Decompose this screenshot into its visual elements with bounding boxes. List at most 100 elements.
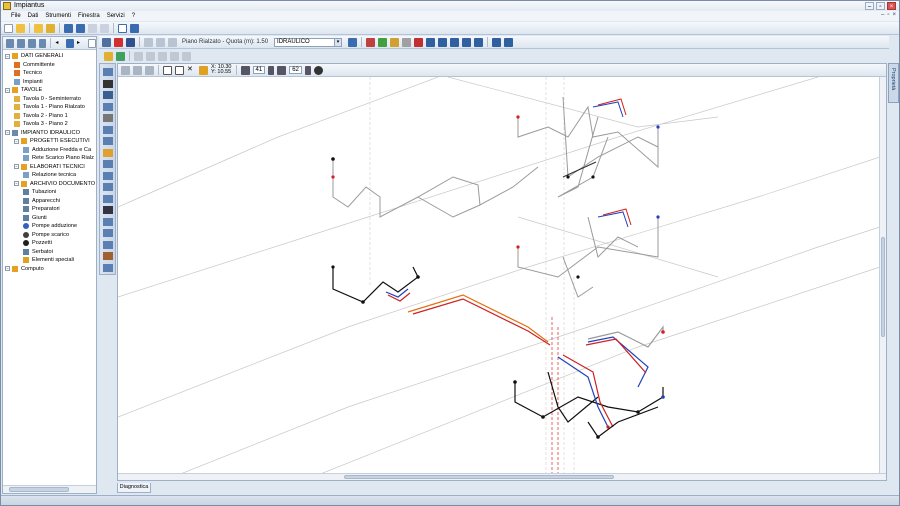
link-icon[interactable]: [240, 65, 250, 75]
line-icon[interactable]: [103, 91, 113, 99]
forward-arrow-icon[interactable]: ▸: [77, 39, 85, 48]
ortho-icon[interactable]: [199, 65, 208, 75]
move-icon[interactable]: [126, 37, 135, 47]
tree-item[interactable]: Tavola 1 - Piano Rialzato: [3, 103, 96, 112]
fitting-icon[interactable]: [103, 137, 113, 145]
refresh-icon[interactable]: [27, 38, 36, 48]
duplicate-icon[interactable]: [158, 51, 167, 61]
break-icon[interactable]: [103, 194, 113, 203]
tree-item[interactable]: − DATI GENERALI: [3, 52, 96, 61]
tree-item[interactable]: Tecnico: [3, 69, 96, 78]
tree-item[interactable]: − ELABORATI TECNICI: [3, 163, 96, 172]
undo-icon[interactable]: [144, 37, 153, 47]
updown-arrow-icon[interactable]: [66, 38, 75, 48]
zoom-extent-icon[interactable]: [504, 37, 514, 47]
mirror-icon[interactable]: [438, 37, 448, 47]
maximize-button[interactable]: ▫: [876, 2, 885, 10]
tree-item[interactable]: Elementi speciali: [3, 256, 96, 265]
rotate-icon[interactable]: [103, 183, 113, 191]
snap-icon[interactable]: [366, 37, 376, 47]
collapse-toggle-icon[interactable]: −: [5, 130, 10, 136]
distance-input[interactable]: 62: [289, 66, 302, 74]
tank-icon[interactable]: [103, 217, 113, 226]
layer-select[interactable]: IDRAULICO ▾: [274, 37, 343, 47]
close-view-icon[interactable]: [103, 79, 113, 88]
chevron-down-icon[interactable]: ▾: [334, 38, 342, 46]
pan-icon[interactable]: [145, 65, 154, 75]
valve-icon[interactable]: [103, 148, 113, 157]
folder-icon[interactable]: [104, 51, 113, 61]
break-icon[interactable]: [414, 37, 424, 47]
tree-item[interactable]: Tavola 2 - Piano 1: [3, 112, 96, 121]
tree-item[interactable]: Tavola 3 - Piano 2: [3, 120, 96, 129]
spinner-arrows-icon[interactable]: [304, 65, 311, 75]
collapse-toggle-icon[interactable]: −: [5, 87, 10, 93]
mdi-restore-button[interactable]: ▫: [887, 12, 889, 18]
pipe-icon[interactable]: [103, 125, 113, 134]
paste-icon[interactable]: [100, 23, 109, 33]
properties-side-tab[interactable]: Proprietà: [888, 63, 899, 103]
cross-icon[interactable]: ✕: [187, 66, 196, 75]
node-icon[interactable]: [103, 114, 113, 122]
tree-item[interactable]: Serbatoi: [3, 248, 96, 257]
drain-icon[interactable]: [103, 171, 113, 180]
mdi-minimize-button[interactable]: –: [881, 12, 884, 18]
back-arrow-icon[interactable]: ◂: [55, 39, 63, 48]
pump-icon[interactable]: [103, 160, 113, 168]
collapse-toggle-icon[interactable]: −: [5, 53, 10, 59]
menu-dati[interactable]: Dati: [28, 13, 39, 19]
grid-icon[interactable]: [130, 23, 139, 33]
floor-icon[interactable]: [168, 37, 177, 47]
save-all-icon[interactable]: [76, 23, 85, 33]
label-icon[interactable]: [103, 240, 113, 249]
tree-item[interactable]: Preparatori: [3, 205, 96, 214]
print-icon[interactable]: [474, 37, 484, 47]
delete-icon[interactable]: [114, 37, 123, 47]
collapse-toggle-icon[interactable]: −: [14, 181, 19, 187]
minimize-button[interactable]: –: [865, 2, 874, 10]
cut-icon[interactable]: [88, 23, 97, 33]
settings-icon[interactable]: [103, 263, 113, 272]
tree-item[interactable]: Adduzione Fredda e Ca: [3, 146, 96, 155]
measure-icon[interactable]: [182, 51, 191, 61]
add-icon[interactable]: [116, 51, 125, 61]
expand-all-icon[interactable]: [6, 38, 14, 48]
tree-item[interactable]: Giunti: [3, 214, 96, 223]
tree-item[interactable]: − Computo: [3, 265, 96, 274]
mdi-close-button[interactable]: ×: [892, 12, 896, 18]
measure-icon[interactable]: [462, 37, 472, 47]
tree-item[interactable]: Pozzetti: [3, 239, 96, 248]
menu-servizi[interactable]: Servizi: [107, 13, 125, 19]
tree-item[interactable]: Apparecchi: [3, 197, 96, 206]
zoom-icon[interactable]: [121, 65, 130, 75]
layer-manager-icon[interactable]: [348, 37, 358, 47]
canvas-vertical-scrollbar[interactable]: [879, 77, 886, 475]
rotate-icon[interactable]: [426, 37, 436, 47]
edit-element-icon[interactable]: [390, 37, 400, 47]
canvas-vscroll-thumb[interactable]: [881, 237, 885, 337]
close-button[interactable]: ×: [887, 2, 896, 10]
properties-icon[interactable]: [38, 38, 47, 48]
copy-icon[interactable]: [134, 51, 143, 61]
angle-input[interactable]: 41: [252, 66, 266, 74]
tree-item[interactable]: Committente: [3, 61, 96, 70]
tool-icon[interactable]: [402, 37, 412, 47]
join-icon[interactable]: [103, 229, 113, 237]
new-icon[interactable]: [4, 23, 13, 33]
tree-horizontal-scrollbar[interactable]: [3, 485, 96, 493]
zoom-window-icon[interactable]: [133, 65, 142, 75]
tree-item[interactable]: − TAVOLE: [3, 86, 96, 95]
tree-item[interactable]: Impianti: [3, 78, 96, 87]
erase-icon[interactable]: [170, 51, 179, 61]
view-icon[interactable]: [87, 38, 96, 48]
square-icon[interactable]: [103, 206, 113, 214]
heater-icon[interactable]: [103, 252, 113, 260]
view-2d-icon[interactable]: [103, 68, 113, 76]
tree-item[interactable]: − PROGETTI ESECUTIVI: [3, 137, 96, 146]
tree-item[interactable]: − IMPIANTO IDRAULICO: [3, 129, 96, 138]
polyline-tool-icon[interactable]: [175, 65, 184, 75]
canvas-horizontal-scrollbar[interactable]: [118, 473, 886, 480]
paste-icon[interactable]: [146, 51, 155, 61]
target-icon[interactable]: [313, 65, 323, 75]
collapse-all-icon[interactable]: [16, 38, 25, 48]
